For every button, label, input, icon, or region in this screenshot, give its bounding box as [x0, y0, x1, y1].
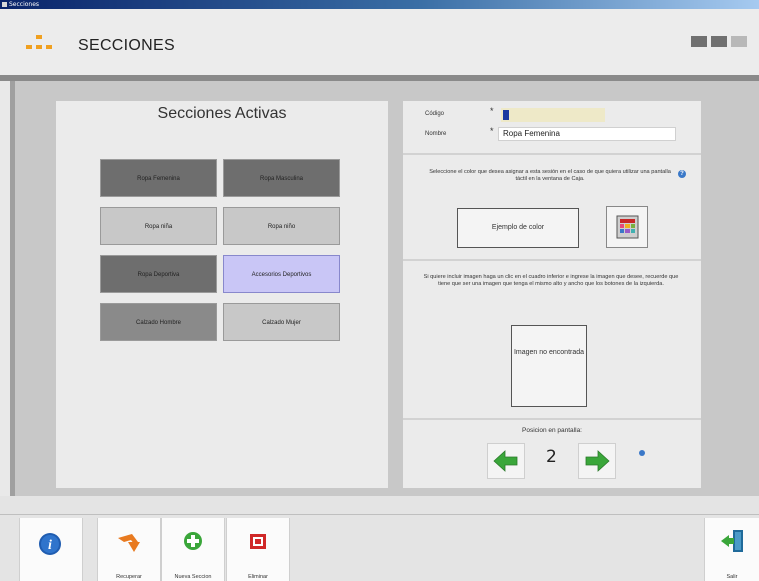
- codigo-label: Código: [425, 111, 445, 117]
- eliminar-label: Eliminar: [248, 574, 268, 580]
- window-title: Secciones: [9, 1, 40, 8]
- arrow-right-icon: [585, 450, 610, 472]
- nueva-seccion-button[interactable]: Nueva Seccion: [161, 518, 225, 581]
- nombre-field[interactable]: Ropa Femenina: [498, 127, 676, 141]
- sections-logo-icon: [26, 35, 52, 57]
- section-button-ropa-femenina[interactable]: Ropa Femenina: [100, 159, 217, 197]
- nombre-required-mark: *: [490, 126, 494, 136]
- app-icon: [2, 2, 7, 7]
- window-titlebar: Secciones: [0, 0, 759, 9]
- divider: [403, 418, 701, 420]
- position-right-button[interactable]: [578, 443, 616, 479]
- page-title: SECCIONES: [78, 37, 175, 54]
- info-button[interactable]: i: [19, 518, 83, 581]
- color-example-button[interactable]: Ejemplo de color: [457, 208, 579, 248]
- image-info-text: Si quiere incluir imagen haga un clic en…: [423, 274, 679, 287]
- color-help-icon[interactable]: ?: [678, 170, 686, 178]
- svg-text:i: i: [48, 538, 52, 553]
- close-button[interactable]: [731, 36, 747, 47]
- recover-arrow-icon: [118, 534, 140, 552]
- salir-label: Salir: [726, 574, 738, 580]
- section-button-ropa-nina[interactable]: Ropa niña: [100, 207, 217, 245]
- recuperar-label: Recuperar: [116, 574, 142, 580]
- codigo-field[interactable]: [501, 108, 605, 122]
- section-button-ropa-nino[interactable]: Ropa niño: [223, 207, 340, 245]
- position-value: 2: [546, 447, 557, 467]
- section-button-ropa-masculina[interactable]: Ropa Masculina: [223, 159, 340, 197]
- section-button-ropa-deportiva[interactable]: Ropa Deportiva: [100, 255, 217, 293]
- position-help-icon[interactable]: [639, 450, 645, 456]
- eliminar-button[interactable]: Eliminar: [226, 518, 290, 581]
- section-button-calzado-mujer[interactable]: Calzado Mujer: [223, 303, 340, 341]
- nombre-label: Nombre: [425, 131, 447, 137]
- divider: [403, 259, 701, 261]
- codigo-required-mark: *: [490, 106, 494, 116]
- section-button-accesorios-deportivos[interactable]: Accesorios Deportivos: [223, 255, 340, 293]
- divider: [403, 153, 701, 155]
- position-label: Posicion en pantalla:: [522, 427, 582, 434]
- section-button-calzado-hombre[interactable]: Calzado Hombre: [100, 303, 217, 341]
- image-placeholder-text: Imagen no encontrada: [513, 349, 585, 356]
- maximize-button[interactable]: [711, 36, 727, 47]
- toolbar-divider: [0, 514, 759, 515]
- color-palette-icon: [616, 215, 639, 239]
- nueva-seccion-label: Nueva Seccion: [174, 574, 212, 580]
- arrow-left-icon: [493, 450, 518, 472]
- salir-button[interactable]: Salir: [704, 518, 759, 581]
- color-info-text: Seleccione el color que desea asignar a …: [429, 169, 671, 182]
- header: SECCIONES: [0, 9, 759, 75]
- trash-icon: [250, 534, 266, 549]
- active-sections-title: Secciones Activas: [157, 105, 287, 122]
- color-picker-button[interactable]: [606, 206, 648, 248]
- main-border: [10, 81, 15, 496]
- exit-door-icon: [721, 530, 743, 552]
- section-image-box[interactable]: Imagen no encontrada: [511, 325, 587, 407]
- minimize-button[interactable]: [691, 36, 707, 47]
- position-left-button[interactable]: [487, 443, 525, 479]
- recuperar-button[interactable]: Recuperar: [97, 518, 161, 581]
- info-icon: i: [39, 533, 61, 555]
- codigo-caret: [503, 110, 509, 120]
- add-circle-icon: [184, 532, 202, 550]
